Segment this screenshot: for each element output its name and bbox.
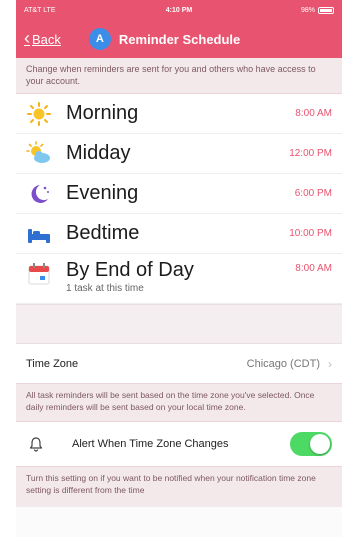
bell-icon: [26, 436, 46, 452]
reminder-time: 10:00 PM: [289, 228, 332, 239]
alert-timezone-change-row: Alert When Time Zone Changes: [16, 421, 342, 467]
timezone-note: All task reminders will be sent based on…: [16, 384, 342, 421]
reminder-task-count: 1 task at this time: [66, 283, 144, 294]
reminder-list: Morning 8:00 AM Midday 12:00 PM Evening …: [16, 94, 342, 304]
alert-label: Alert When Time Zone Changes: [72, 437, 229, 450]
moon-stars-icon: [26, 181, 52, 207]
back-label: Back: [32, 31, 61, 47]
reminder-time: 8:00 AM: [295, 108, 332, 119]
calendar-icon: [26, 261, 52, 287]
section-divider: [16, 304, 342, 344]
reminder-row-end-of-day[interactable]: By End of Day 1 task at this time 8:00 A…: [16, 254, 342, 304]
reminder-row-bedtime[interactable]: Bedtime 10:00 PM: [16, 214, 342, 254]
chevron-left-icon: ‹: [24, 28, 30, 48]
alert-note: Turn this setting on if you want to be n…: [16, 467, 342, 507]
reminder-label: Evening: [66, 182, 139, 204]
sun-icon: [26, 101, 52, 127]
reminder-row-evening[interactable]: Evening 6:00 PM: [16, 174, 342, 214]
reminder-row-morning[interactable]: Morning 8:00 AM: [16, 94, 342, 134]
page-title: Reminder Schedule: [118, 31, 241, 47]
chevron-right-icon: ›: [328, 356, 332, 371]
reminder-label: Morning: [66, 102, 139, 124]
bed-icon: [26, 221, 52, 247]
avatar[interactable]: A: [88, 28, 111, 50]
battery-icon: [318, 6, 334, 14]
alert-toggle[interactable]: [290, 432, 332, 456]
reminder-time: 6:00 PM: [294, 188, 332, 199]
reminder-row-midday[interactable]: Midday 12:00 PM: [16, 134, 342, 174]
nav-bar: ‹ Back A Reminder Schedule: [16, 20, 342, 58]
back-button[interactable]: ‹ Back: [24, 28, 61, 48]
reminder-label: Midday: [66, 142, 131, 164]
timezone-value: Chicago (CDT): [246, 357, 320, 370]
reminder-time: 8:00 AM: [295, 263, 332, 274]
status-time: 4:10 PM: [165, 6, 193, 14]
reminder-label: By End of Day: [66, 259, 194, 281]
partly-cloudy-icon: [26, 140, 52, 167]
toggle-knob: [310, 434, 330, 454]
intro-text: Change when reminders are sent for you a…: [16, 58, 342, 94]
timezone-label: Time Zone: [26, 357, 79, 370]
reminder-time: 12:00 PM: [289, 148, 332, 159]
status-bar: AT&T LTE 4:10 PM 98%: [16, 0, 342, 20]
phone-screen: AT&T LTE 4:10 PM 98% ‹ Back A Reminder S…: [16, 0, 342, 537]
timezone-row[interactable]: Time Zone Chicago (CDT) ›: [16, 344, 342, 384]
reminder-label: Bedtime: [66, 222, 140, 244]
